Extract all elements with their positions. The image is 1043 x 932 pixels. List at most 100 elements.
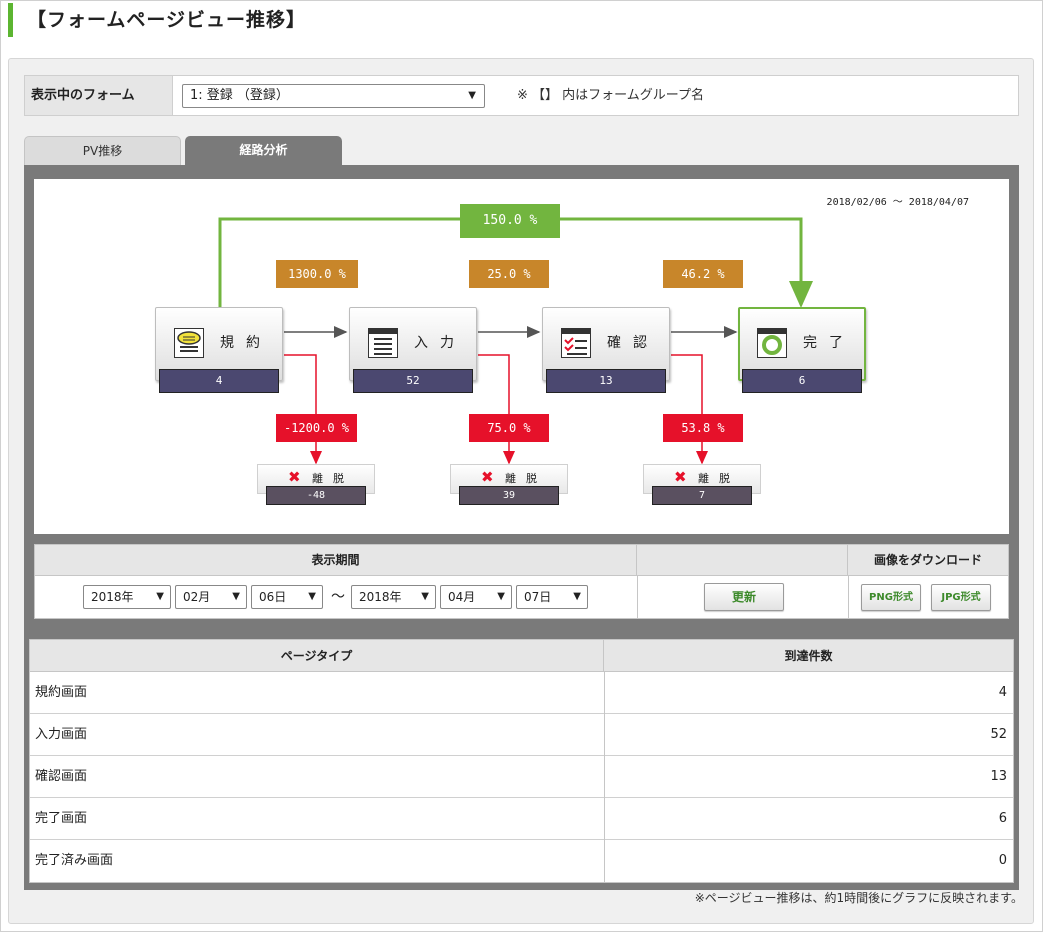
row-count: 4	[998, 685, 1007, 700]
from-year-value: 2018年	[91, 590, 134, 604]
tab-route-analysis[interactable]: 経路分析	[185, 136, 342, 165]
exit-count-2: 39	[459, 486, 559, 505]
transition-rate-3: 46.2 %	[663, 260, 743, 288]
row-page-type: 規約画面	[35, 685, 88, 700]
chevron-down-icon: ▼	[156, 591, 164, 602]
overall-rate: 150.0 %	[460, 204, 560, 238]
page-title-bar: 【フォームページビュー推移】	[8, 3, 306, 37]
step-label: 確認	[607, 335, 659, 351]
chevron-down-icon: ▼	[308, 591, 316, 602]
close-icon: ✖	[288, 468, 301, 486]
step-label: 入力	[414, 335, 466, 351]
cell-divider	[604, 798, 605, 840]
form-selector-row: 表示中のフォーム 1: 登録 （登録） ▼ ※ 【】 内はフォームグループ名	[24, 75, 1019, 116]
to-month-select[interactable]: 04月 ▼	[440, 585, 512, 609]
input-icon	[368, 328, 398, 358]
step-label: 規約	[220, 335, 272, 351]
exit-count-1: -48	[266, 486, 366, 505]
transition-rate-1: 1300.0 %	[276, 260, 358, 288]
from-day-value: 06日	[259, 590, 287, 604]
close-icon: ✖	[481, 468, 494, 486]
footnote: ※ページビュー推移は、約1時間後にグラフに反映されます。	[694, 891, 1023, 905]
step-complete: 完了 6	[738, 307, 866, 393]
step-count: 13	[546, 369, 666, 393]
table-row: 完了済み画面 0	[30, 840, 1013, 882]
download-header: 画像をダウンロード	[848, 545, 1008, 576]
exit-path-3	[671, 354, 708, 465]
route-analysis-panel: 2018/02/06 ～ 2018/04/07 150.0 % 1300.0 %…	[24, 165, 1019, 890]
to-day-select[interactable]: 07日 ▼	[516, 585, 588, 609]
chevron-down-icon: ▼	[421, 591, 429, 602]
form-group-note: ※ 【】 内はフォームグループ名	[517, 88, 704, 103]
step-count: 6	[742, 369, 862, 393]
step-count: 4	[159, 369, 279, 393]
period-controls: 表示期間 画像をダウンロード 2018年 ▼ 02月 ▼ 06日 ▼ ～ 2018年 ▼…	[34, 544, 1009, 619]
to-year-value: 2018年	[359, 590, 402, 604]
chevron-down-icon: ▼	[573, 591, 581, 602]
table-row: 規約画面 4	[30, 672, 1013, 714]
tab-pv-trend[interactable]: PV推移	[24, 136, 181, 165]
exit-rate-3: 53.8 %	[663, 414, 743, 442]
table-row: 入力画面 52	[30, 714, 1013, 756]
from-month-value: 02月	[183, 590, 211, 604]
step-label: 完了	[803, 335, 855, 351]
date-range: 2018/02/06 ～ 2018/04/07	[826, 197, 969, 208]
page-title: 【フォームページビュー推移】	[27, 9, 307, 31]
step-confirm: 確認 13	[542, 307, 670, 393]
divider	[848, 576, 849, 618]
divider	[637, 576, 638, 618]
cell-divider	[604, 672, 605, 714]
chevron-down-icon: ▼	[232, 591, 240, 602]
update-button[interactable]: 更新	[704, 583, 784, 611]
page-stats-table: ページタイプ 到達件数 規約画面 4 入力画面 52 確認画面 13 完了画面 …	[29, 639, 1014, 883]
route-diagram: 2018/02/06 ～ 2018/04/07 150.0 % 1300.0 %…	[34, 179, 1009, 534]
from-year-select[interactable]: 2018年 ▼	[83, 585, 171, 609]
column-header-page-type: ページタイプ	[30, 640, 604, 672]
download-png-button[interactable]: PNG形式	[861, 584, 921, 611]
close-icon: ✖	[674, 468, 687, 486]
row-page-type: 完了画面	[35, 811, 88, 826]
period-header: 表示期間	[35, 545, 637, 576]
step-terms: 規約 4	[155, 307, 283, 393]
period-header-blank	[637, 545, 848, 576]
from-day-select[interactable]: 06日 ▼	[251, 585, 323, 609]
row-count: 52	[990, 727, 1007, 742]
exit-rate-2: 75.0 %	[469, 414, 549, 442]
download-jpg-button[interactable]: JPG形式	[931, 584, 991, 611]
to-day-value: 07日	[524, 590, 552, 604]
table-row: 確認画面 13	[30, 756, 1013, 798]
form-select-value: 1: 登録 （登録）	[190, 88, 289, 103]
to-year-select[interactable]: 2018年 ▼	[351, 585, 436, 609]
chevron-down-icon: ▼	[497, 591, 505, 602]
cell-divider	[604, 840, 605, 882]
from-month-select[interactable]: 02月 ▼	[175, 585, 247, 609]
transition-rate-2: 25.0 %	[469, 260, 549, 288]
cell-divider	[604, 756, 605, 798]
table-row: 完了画面 6	[30, 798, 1013, 840]
exit-path-2	[478, 354, 515, 465]
complete-icon	[757, 328, 787, 358]
step-input: 入力 52	[349, 307, 477, 393]
cell-divider	[604, 714, 605, 756]
exit-label: 離脱	[312, 472, 354, 485]
row-count: 6	[998, 811, 1007, 826]
chevron-down-icon: ▼	[468, 90, 476, 101]
range-separator: ～	[331, 589, 345, 605]
terms-icon	[174, 328, 204, 358]
form-select[interactable]: 1: 登録 （登録） ▼	[182, 84, 485, 108]
exit-rate-1: -1200.0 %	[276, 414, 357, 442]
form-selector-label: 表示中のフォーム	[25, 76, 173, 115]
confirm-icon	[561, 328, 591, 358]
row-page-type: 確認画面	[35, 769, 88, 784]
main-panel: 表示中のフォーム 1: 登録 （登録） ▼ ※ 【】 内はフォームグループ名 P…	[8, 58, 1034, 924]
step-count: 52	[353, 369, 473, 393]
to-month-value: 04月	[448, 590, 476, 604]
column-header-count: 到達件数	[604, 640, 1013, 672]
exit-label: 離脱	[698, 472, 740, 485]
exit-path-1	[284, 354, 322, 465]
row-count: 13	[990, 769, 1007, 784]
exit-count-3: 7	[652, 486, 752, 505]
row-count: 0	[998, 853, 1007, 868]
exit-label: 離脱	[505, 472, 547, 485]
row-page-type: 完了済み画面	[35, 853, 114, 868]
